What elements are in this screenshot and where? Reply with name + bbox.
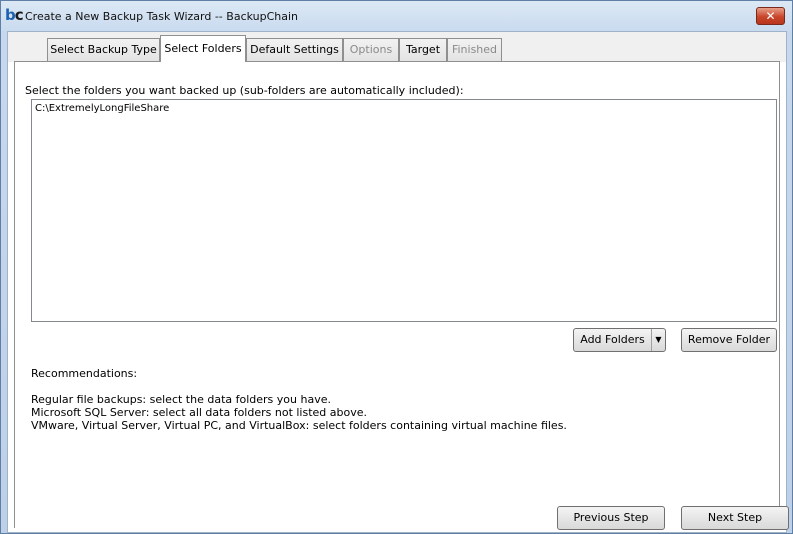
add-folders-button[interactable]: Add Folders ▼ [573, 328, 666, 352]
tab-select-folders[interactable]: Select Folders [160, 35, 246, 62]
title-bar[interactable]: bc Create a New Backup Task Wizard -- Ba… [1, 1, 792, 31]
app-logo-icon: bc [5, 6, 24, 24]
close-button[interactable]: ✕ [756, 7, 785, 25]
tab-target[interactable]: Target [399, 38, 447, 61]
next-step-button[interactable]: Next Step [681, 506, 789, 530]
previous-step-button[interactable]: Previous Step [557, 506, 665, 530]
tab-strip: Select Backup Type Select Folders Defaul… [8, 32, 786, 62]
folder-list[interactable]: C:\ExtremelyLongFileShare [31, 99, 777, 322]
remove-folder-button[interactable]: Remove Folder [681, 328, 777, 352]
recommendation-line: VMware, Virtual Server, Virtual PC, and … [31, 419, 567, 432]
tab-select-backup-type[interactable]: Select Backup Type [47, 38, 160, 61]
tab-options[interactable]: Options [343, 38, 399, 61]
tab-default-settings[interactable]: Default Settings [246, 38, 343, 61]
chevron-down-icon[interactable]: ▼ [651, 329, 665, 351]
wizard-window: bc Create a New Backup Task Wizard -- Ba… [0, 0, 793, 534]
recommendations-title: Recommendations: [31, 367, 138, 380]
list-item[interactable]: C:\ExtremelyLongFileShare [35, 103, 169, 114]
window-title: Create a New Backup Task Wizard -- Backu… [25, 10, 299, 23]
recommendation-line: Microsoft SQL Server: select all data fo… [31, 406, 368, 419]
add-folders-label: Add Folders [580, 333, 645, 346]
wizard-client-area: Select Backup Type Select Folders Defaul… [7, 31, 789, 533]
recommendation-line: Regular file backups: select the data fo… [31, 393, 331, 406]
tab-finished[interactable]: Finished [447, 38, 502, 61]
folder-instruction: Select the folders you want backed up (s… [25, 84, 464, 97]
